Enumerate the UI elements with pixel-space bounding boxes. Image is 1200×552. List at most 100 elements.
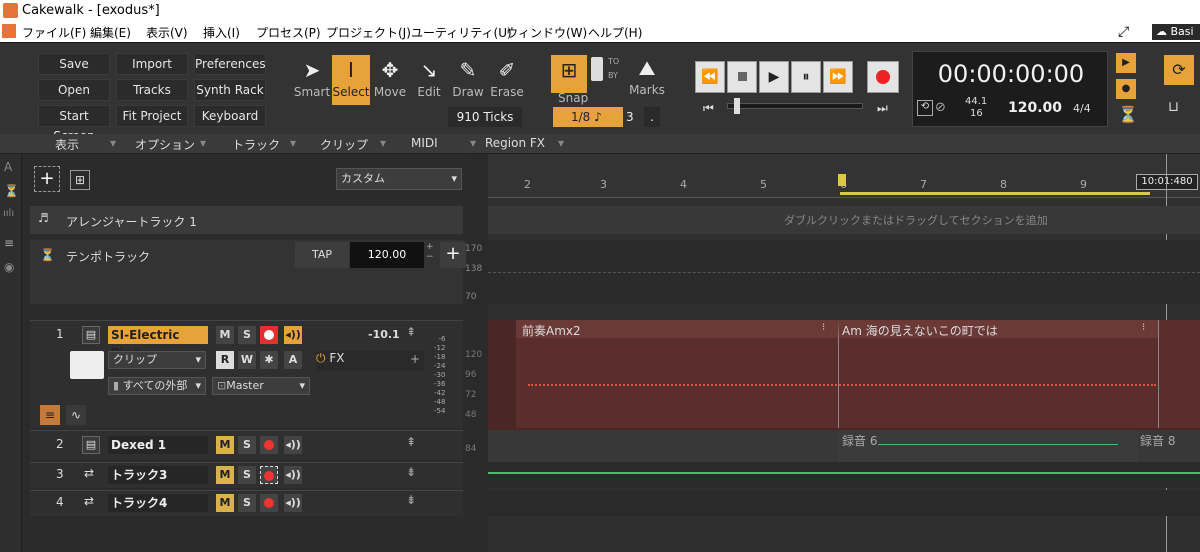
record-arm-button[interactable] (260, 466, 278, 484)
menu-insert[interactable]: 挿入(I) (203, 24, 240, 41)
save-button[interactable]: Save (38, 53, 110, 75)
snap-toggle[interactable]: ⊞ (551, 55, 587, 93)
add-tempo-point-button[interactable]: + (440, 242, 466, 268)
rewind-button[interactable]: ⏪ (695, 61, 725, 93)
add-track-button[interactable]: + (34, 166, 60, 192)
loop-region[interactable] (840, 192, 1150, 195)
collapse-icon[interactable]: ⇞ (406, 325, 416, 339)
mute-button[interactable]: M (216, 494, 234, 512)
output-dropdown[interactable]: ⊡Master (212, 377, 310, 395)
track-1[interactable]: 1 ▤ SI-Electric Pian M S ◂)) -10.1 ⇞ クリッ… (30, 320, 463, 428)
view-menu-track[interactable]: トラック (232, 136, 280, 152)
loop-start-marker[interactable] (838, 174, 846, 186)
record-button[interactable] (867, 61, 899, 93)
track-name[interactable]: SI-Electric Pian (108, 326, 208, 360)
tool-marks[interactable]: ⛰ Marks (628, 53, 666, 103)
solo-button[interactable]: S (238, 494, 256, 512)
position-thumb[interactable] (734, 98, 740, 114)
menu-utility[interactable]: ユーティリティ(U) (411, 24, 512, 41)
ticks-display[interactable]: 910 Ticks (448, 107, 522, 127)
view-menu-region-fx[interactable]: Region FX (485, 136, 545, 152)
stop-button[interactable] (727, 61, 757, 93)
snap-to-by-switch[interactable] (591, 57, 603, 81)
clip-menu-icon[interactable]: ⁝ (822, 322, 825, 333)
add-fx-icon[interactable]: + (410, 352, 420, 366)
audio-clip[interactable] (838, 430, 1138, 462)
sync-icon[interactable]: ⟲ (917, 100, 933, 116)
start-screen-button[interactable]: Start Screen (38, 105, 110, 143)
midi-clip[interactable] (1158, 320, 1200, 428)
track-4-lane[interactable] (488, 490, 1200, 516)
clip-menu-icon[interactable]: ⁝ (1142, 322, 1145, 333)
synth-rack-button[interactable]: Synth Rack (194, 79, 266, 101)
mute-button[interactable]: M (216, 436, 234, 454)
preferences-button[interactable]: Preferences (194, 53, 266, 75)
keyboard-button[interactable]: Keyboard (194, 105, 266, 127)
add-folder-button[interactable]: ⊞ (70, 170, 90, 190)
tool-select[interactable]: I Select (332, 55, 370, 105)
punch-icon[interactable]: ⊔ (1168, 99, 1179, 115)
tool-draw[interactable]: ✎ Draw (449, 55, 487, 105)
mute-button[interactable]: M (216, 466, 234, 484)
input-echo-icon[interactable]: ◂)) (284, 436, 302, 454)
metronome-icon[interactable]: ⏳ (1118, 105, 1138, 124)
record-arm-button[interactable] (260, 436, 278, 454)
expand-icon[interactable]: ⇟ (406, 493, 416, 507)
view-menu-display[interactable]: 表示 (55, 136, 79, 152)
view-menu-options[interactable]: オプション (135, 136, 195, 152)
audio-icon[interactable]: ıılı (3, 208, 14, 219)
tempo-value-field[interactable]: 120.00 (350, 242, 424, 268)
snap-count[interactable]: 3 (626, 107, 642, 127)
tempo-track-header[interactable]: ⏳ テンポトラック TAP 120.00 + − + (30, 240, 466, 304)
metronome-off-icon[interactable]: ⊘ (935, 100, 946, 115)
now-time-flag[interactable]: 10:01:480 (1136, 174, 1198, 190)
arranger-track-header[interactable]: ♬ アレンジャートラック 1 (30, 206, 463, 234)
import-button[interactable]: Import (116, 53, 188, 75)
record-arm-button[interactable] (260, 494, 278, 512)
go-to-end-icon[interactable]: ⏭ (877, 101, 888, 116)
track-3[interactable]: 3 ⇄ トラック3 M S ◂)) ⇟ (30, 462, 463, 488)
track-4[interactable]: 4 ⇄ トラック4 M S ◂)) ⇟ (30, 490, 463, 516)
menu-window[interactable]: ウィンドウ(W) (506, 24, 587, 41)
archive-button[interactable]: A (284, 351, 302, 369)
solo-button[interactable]: S (238, 436, 256, 454)
tool-erase[interactable]: ✐ Erase (488, 55, 526, 105)
workspace-badge[interactable]: ☁ Basi (1152, 24, 1200, 40)
meter-readout[interactable]: 4/4 (1073, 102, 1091, 115)
midi-mode-icon[interactable]: ≡ (40, 405, 60, 425)
fx-rack[interactable]: ⏻ FX + (316, 351, 424, 371)
menu-edit[interactable]: 編集(E) (90, 24, 131, 41)
view-menu-clip[interactable]: クリップ (320, 136, 368, 152)
go-to-start-icon[interactable]: ⏮ (703, 101, 714, 116)
record-arm-icon[interactable]: ◉ (4, 260, 14, 274)
tool-smart[interactable]: ➤ Smart (293, 55, 331, 105)
time-display[interactable]: 00:00:00:00 ⟲ ⊘ 44.1 16 120.00 4/4 (912, 51, 1108, 127)
volume-readout[interactable]: -10.1 (368, 328, 400, 341)
list-icon[interactable]: ≡ (4, 236, 14, 250)
expand-icon[interactable]: ⤢ (1118, 24, 1129, 40)
input-echo-icon[interactable]: ◂)) (284, 494, 302, 512)
record-arm-button[interactable] (260, 326, 278, 344)
pause-button[interactable]: ⏸ (791, 61, 821, 93)
tempo-increment-icon[interactable]: + − (426, 242, 434, 262)
tool-edit[interactable]: ↘ Edit (410, 55, 448, 105)
asterisk-button[interactable]: ✱ (260, 351, 278, 369)
read-automation-button[interactable]: R (216, 351, 234, 369)
collapse-icon[interactable]: ⇞ (406, 435, 416, 449)
piano-icon[interactable] (70, 351, 104, 379)
input-echo-icon[interactable]: ◂)) (284, 326, 302, 344)
tap-tempo-button[interactable]: TAP (295, 242, 349, 268)
snap-dot[interactable]: . (644, 107, 660, 127)
open-button[interactable]: Open (38, 79, 110, 101)
track-2[interactable]: 2 ▤ Dexed 1 M S ◂)) ⇞ (30, 430, 463, 460)
fast-forward-button[interactable]: ⏩ (823, 61, 853, 93)
tempo-readout[interactable]: 120.00 (1008, 100, 1062, 116)
tool-move[interactable]: ✥ Move (371, 55, 409, 105)
track-name[interactable]: トラック4 (108, 494, 208, 512)
position-slider[interactable] (727, 98, 863, 114)
menu-help[interactable]: ヘルプ(H) (588, 24, 642, 41)
track-view-preset[interactable]: カスタム (336, 168, 462, 190)
mute-button[interactable]: M (216, 326, 234, 344)
tempo-icon[interactable]: ⏳ (4, 184, 19, 198)
menu-view[interactable]: 表示(V) (146, 24, 188, 41)
